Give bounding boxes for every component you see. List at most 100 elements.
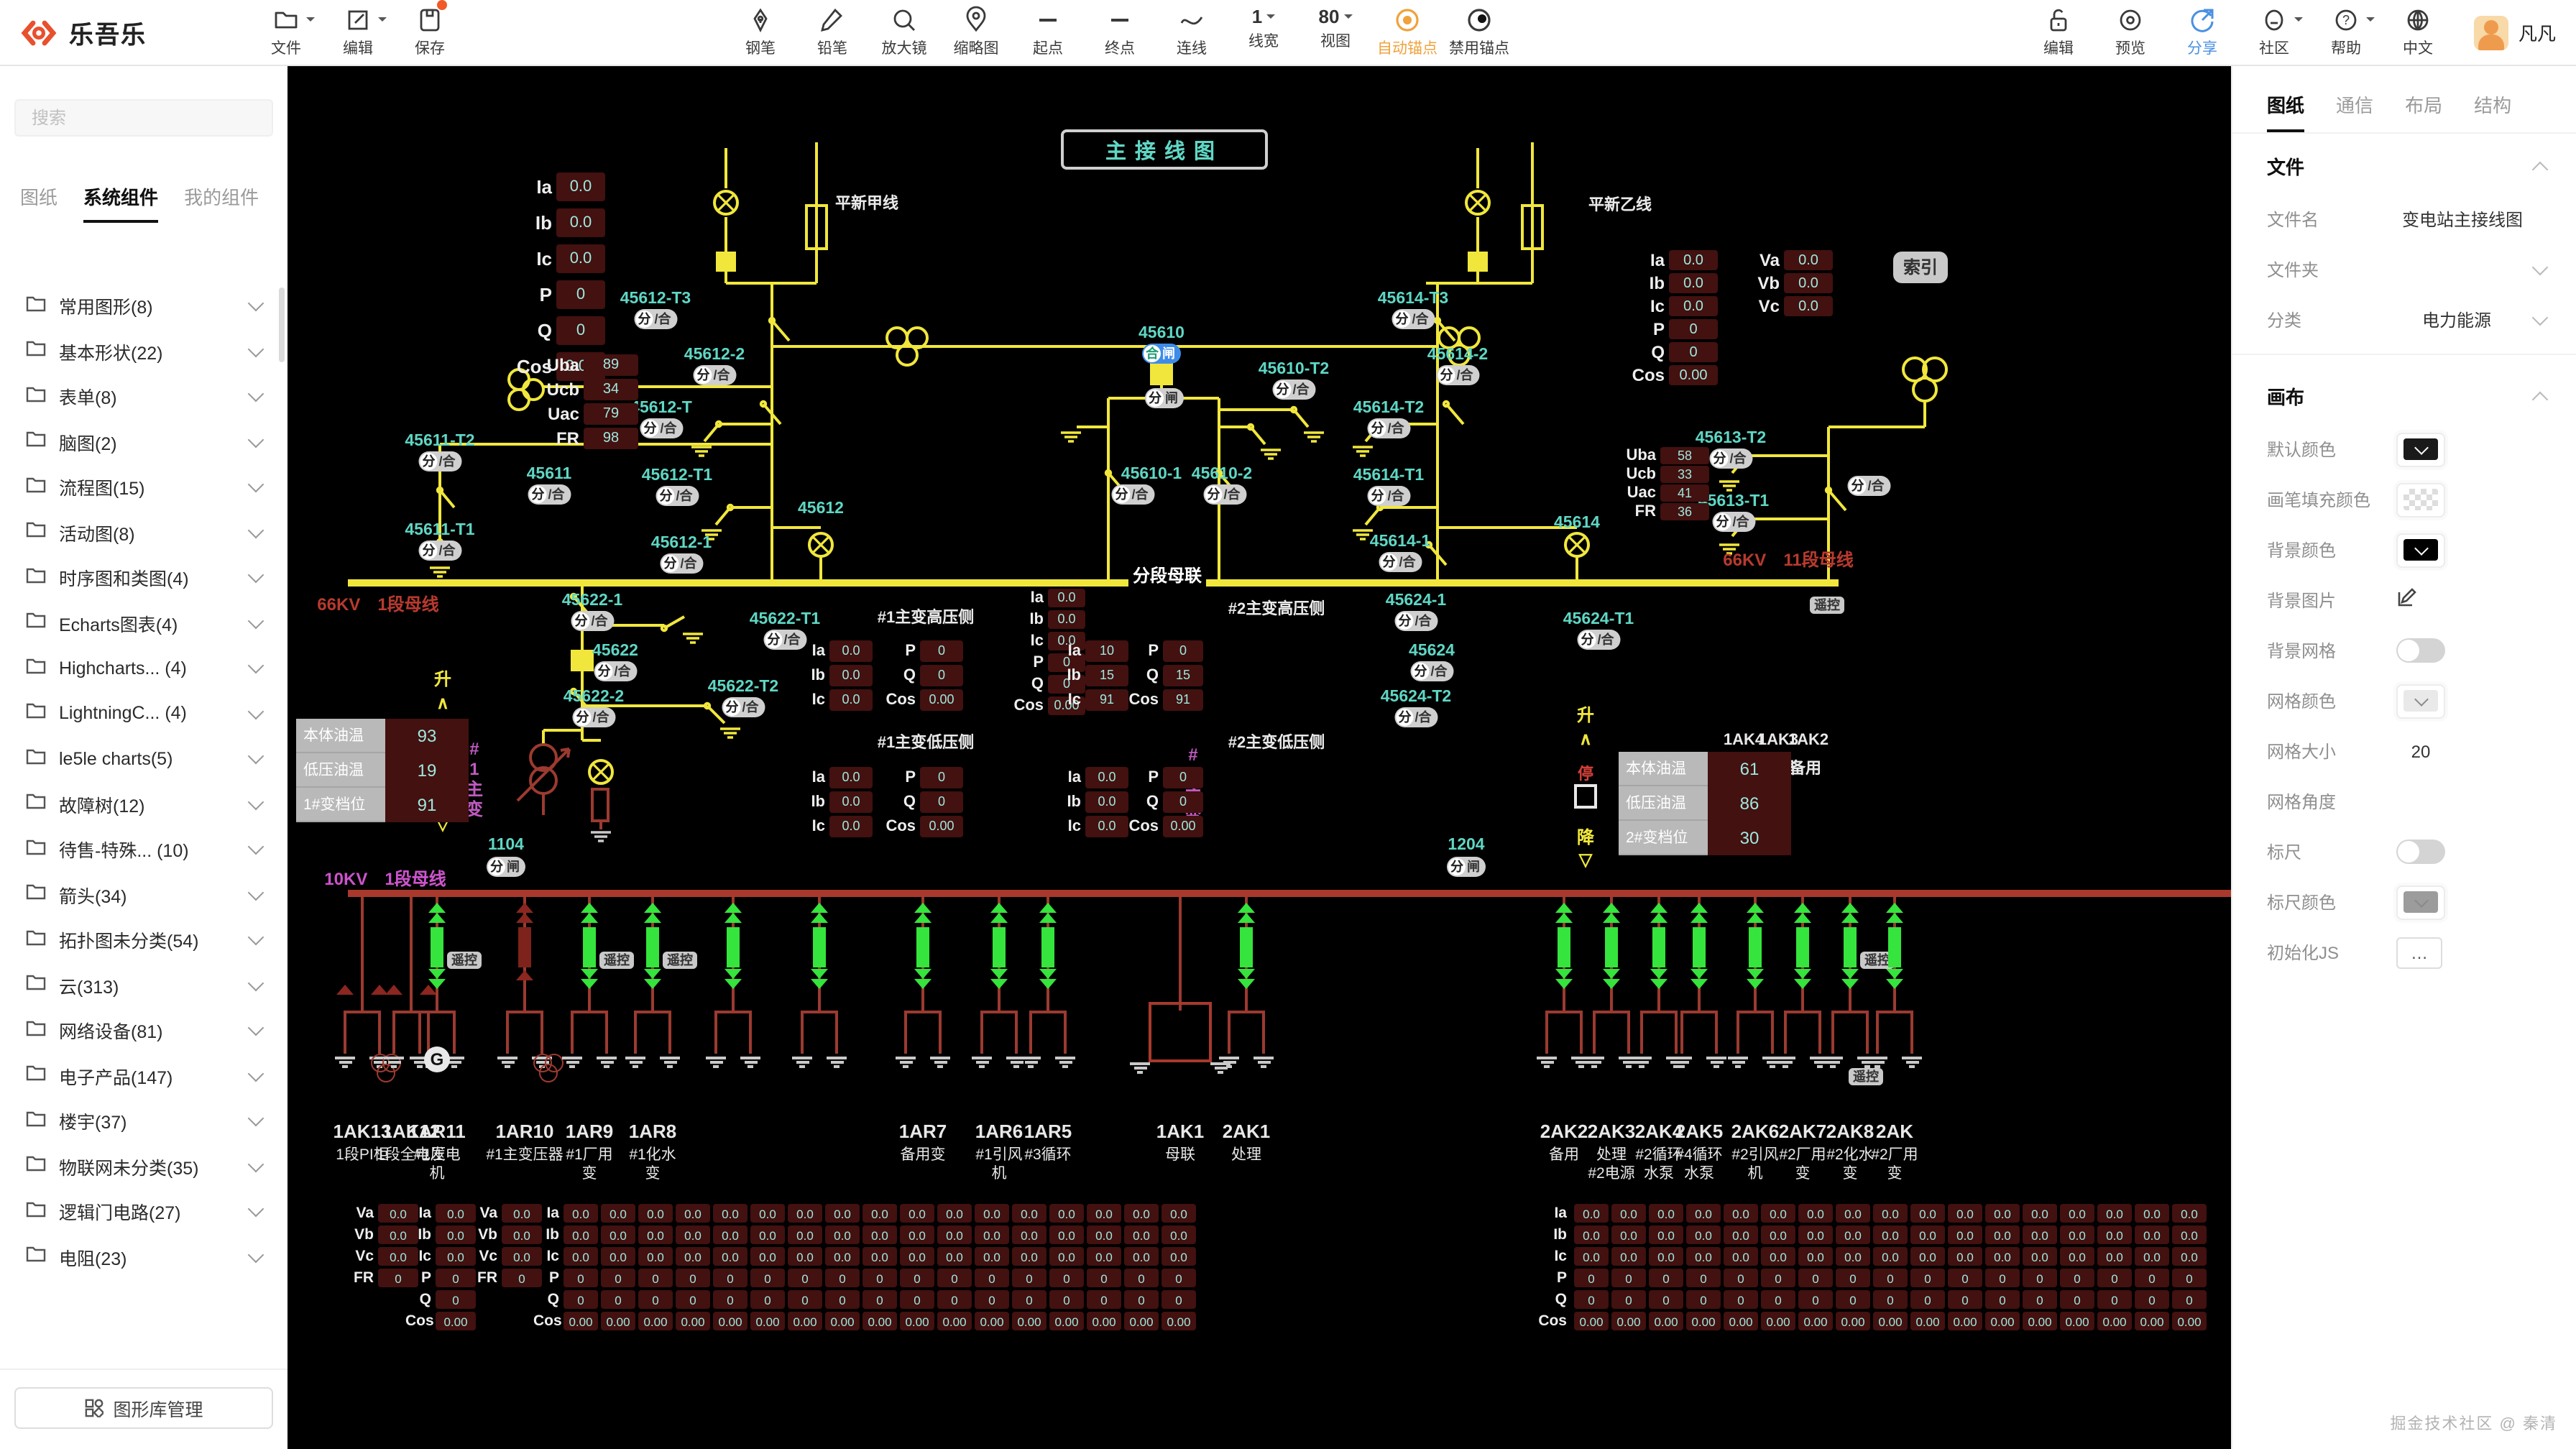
open-breaker-badge[interactable]: 分闸 <box>1145 388 1184 408</box>
panel-tab-图纸[interactable]: 图纸 <box>2267 91 2304 132</box>
open-close-toggle[interactable]: 分/合 <box>418 451 461 472</box>
value-field[interactable]: 20 <box>2396 741 2445 761</box>
toolbar-item-pen[interactable]: 钢笔 <box>727 6 794 59</box>
remote-control-badge[interactable]: 遥控 <box>599 952 634 969</box>
toggle-switch[interactable] <box>2396 840 2445 864</box>
open-close-toggle[interactable]: 分/合 <box>528 484 570 505</box>
open-close-toggle[interactable]: 分/合 <box>656 486 698 506</box>
toolbar-item-eye[interactable]: 预览 <box>2097 6 2163 59</box>
category-row[interactable]: 网络设备(81) <box>0 1008 288 1053</box>
category-row[interactable]: 时序图和类图(4) <box>0 555 288 600</box>
category-row[interactable]: 拓扑图未分类(54) <box>0 917 288 962</box>
breaker-closed-indicator[interactable] <box>431 927 443 967</box>
category-row[interactable]: LightningC... (4) <box>0 691 288 736</box>
category-row[interactable]: 常用图形(8) <box>0 283 288 328</box>
panel-field-分类[interactable]: 分类 电力能源 <box>2232 295 2576 345</box>
open-close-toggle[interactable]: 分/合 <box>1367 486 1409 506</box>
toolbar-item-share[interactable]: 分享 <box>2169 6 2235 59</box>
toolbar-item-anchor2[interactable]: 禁用锚点 <box>1446 6 1512 59</box>
breaker-closed-indicator[interactable] <box>1240 927 1253 967</box>
toolbar-item-wave[interactable]: 连线 <box>1159 6 1225 59</box>
edit-icon[interactable] <box>2396 586 2418 615</box>
breaker-closed-indicator[interactable] <box>1652 927 1665 967</box>
breaker-closed-indicator[interactable] <box>727 927 740 967</box>
category-row[interactable]: Echarts图表(4) <box>0 600 288 645</box>
toolbar-item-pencil[interactable]: 铅笔 <box>799 6 865 59</box>
open-close-toggle[interactable]: 分/合 <box>1410 661 1453 681</box>
sidebar-tab-系统组件[interactable]: 系统组件 <box>83 183 158 223</box>
open-close-toggle[interactable]: 分/合 <box>1367 418 1409 438</box>
open-breaker-badge[interactable]: 分闸 <box>487 857 525 877</box>
color-swatch[interactable] <box>2396 684 2445 718</box>
open-close-toggle[interactable]: 分/合 <box>1847 476 1890 496</box>
open-close-toggle[interactable]: 分/合 <box>1436 365 1478 385</box>
toolbar-item-pin[interactable]: 缩略图 <box>943 6 1009 59</box>
toolbar-item-线宽[interactable]: 1线宽 <box>1230 6 1297 52</box>
toolbar-item-dash[interactable]: 终点 <box>1087 6 1153 59</box>
remote-control-badge[interactable]: 遥控 <box>1849 1068 1883 1085</box>
panel-tab-布局[interactable]: 布局 <box>2405 91 2442 132</box>
color-swatch[interactable] <box>2396 432 2445 466</box>
panel-field-文件名[interactable]: 文件名 变电站主接线图 <box>2232 194 2576 244</box>
breaker-closed-indicator[interactable] <box>646 927 659 967</box>
open-close-toggle[interactable]: 分/合 <box>1712 512 1754 532</box>
breaker-closed-indicator[interactable] <box>1749 927 1762 967</box>
toolbar-item-help[interactable]: ?帮助 <box>2313 6 2379 59</box>
close-breaker-badge[interactable]: 合闸 <box>1142 344 1181 364</box>
toolbar-item-person[interactable]: 社区 <box>2241 6 2307 59</box>
index-button[interactable]: 索引 <box>1893 252 1948 283</box>
toggle-switch[interactable] <box>2396 638 2445 663</box>
remote-control-badge[interactable]: 遥控 <box>447 952 482 969</box>
toolbar-item-dash[interactable]: 起点 <box>1015 6 1081 59</box>
toolbar-item-视图[interactable]: 80视图 <box>1302 6 1368 52</box>
breaker-closed-indicator[interactable] <box>813 927 826 967</box>
category-row[interactable]: 表单(8) <box>0 374 288 419</box>
breaker-closed-indicator[interactable] <box>916 927 929 967</box>
category-row[interactable]: 云(313) <box>0 962 288 1008</box>
toolbar-item-mag[interactable]: 放大镜 <box>871 6 937 59</box>
open-close-toggle[interactable]: 分/合 <box>1203 484 1246 505</box>
library-manage-button[interactable]: 图形库管理 <box>14 1387 273 1429</box>
toolbar-item-folder[interactable]: 文件 <box>253 6 319 59</box>
category-row[interactable]: Highcharts... (4) <box>0 645 288 691</box>
remote-control-badge[interactable]: 遥控 <box>663 952 697 969</box>
color-swatch[interactable] <box>2396 885 2445 919</box>
breaker-closed-indicator[interactable] <box>1041 927 1054 967</box>
breaker-closed-indicator[interactable] <box>1888 927 1901 967</box>
breaker-closed-indicator[interactable] <box>583 927 596 967</box>
diagram-canvas[interactable]: 主接线图 平新甲线平新乙线45612-T345612-245612-T45611… <box>288 65 2231 1449</box>
open-breaker-badge[interactable]: 分闸 <box>1447 857 1486 877</box>
open-close-toggle[interactable]: 分/合 <box>418 540 461 561</box>
category-row[interactable]: le5le charts(5) <box>0 736 288 781</box>
category-row[interactable]: 基本形状(22) <box>0 328 288 374</box>
category-row[interactable]: 楼宇(37) <box>0 1098 288 1144</box>
category-row[interactable]: 电阻(23) <box>0 1234 288 1279</box>
category-row[interactable]: 流程图(15) <box>0 464 288 510</box>
logo[interactable]: 乐吾乐 <box>20 14 207 51</box>
sidebar-tab-图纸[interactable]: 图纸 <box>20 183 58 223</box>
panel-tab-通信[interactable]: 通信 <box>2336 91 2373 132</box>
breaker-closed-indicator[interactable] <box>1605 927 1618 967</box>
open-close-toggle[interactable]: 分/合 <box>594 661 636 681</box>
open-close-toggle[interactable]: 分/合 <box>722 697 764 717</box>
open-close-toggle[interactable]: 分/合 <box>640 418 682 438</box>
category-row[interactable]: 电子产品(147) <box>0 1053 288 1098</box>
open-close-toggle[interactable]: 分/合 <box>1392 309 1434 329</box>
js-editor-button[interactable]: … <box>2396 937 2442 968</box>
open-close-toggle[interactable]: 分/合 <box>572 707 615 727</box>
search-input[interactable] <box>29 106 250 129</box>
category-row[interactable]: 箭头(34) <box>0 872 288 917</box>
color-swatch[interactable] <box>2396 533 2445 567</box>
breaker-closed-indicator[interactable] <box>1693 927 1706 967</box>
open-close-toggle[interactable]: 分/合 <box>660 553 702 574</box>
toolbar-item-globe[interactable]: 中文 <box>2385 6 2451 59</box>
category-row[interactable]: 物联网未分类(35) <box>0 1144 288 1189</box>
breaker-open-indicator[interactable] <box>518 927 531 967</box>
sidebar-scrollbar[interactable] <box>279 288 285 362</box>
section-header[interactable]: 文件 <box>2232 134 2576 194</box>
section-header[interactable]: 画布 <box>2232 364 2576 424</box>
toolbar-item-editsq[interactable]: 编辑 <box>325 6 391 59</box>
breaker-closed-indicator[interactable] <box>993 927 1006 967</box>
toolbar-item-unlock[interactable]: 编辑 <box>2025 6 2092 59</box>
category-row[interactable]: 活动图(8) <box>0 510 288 555</box>
